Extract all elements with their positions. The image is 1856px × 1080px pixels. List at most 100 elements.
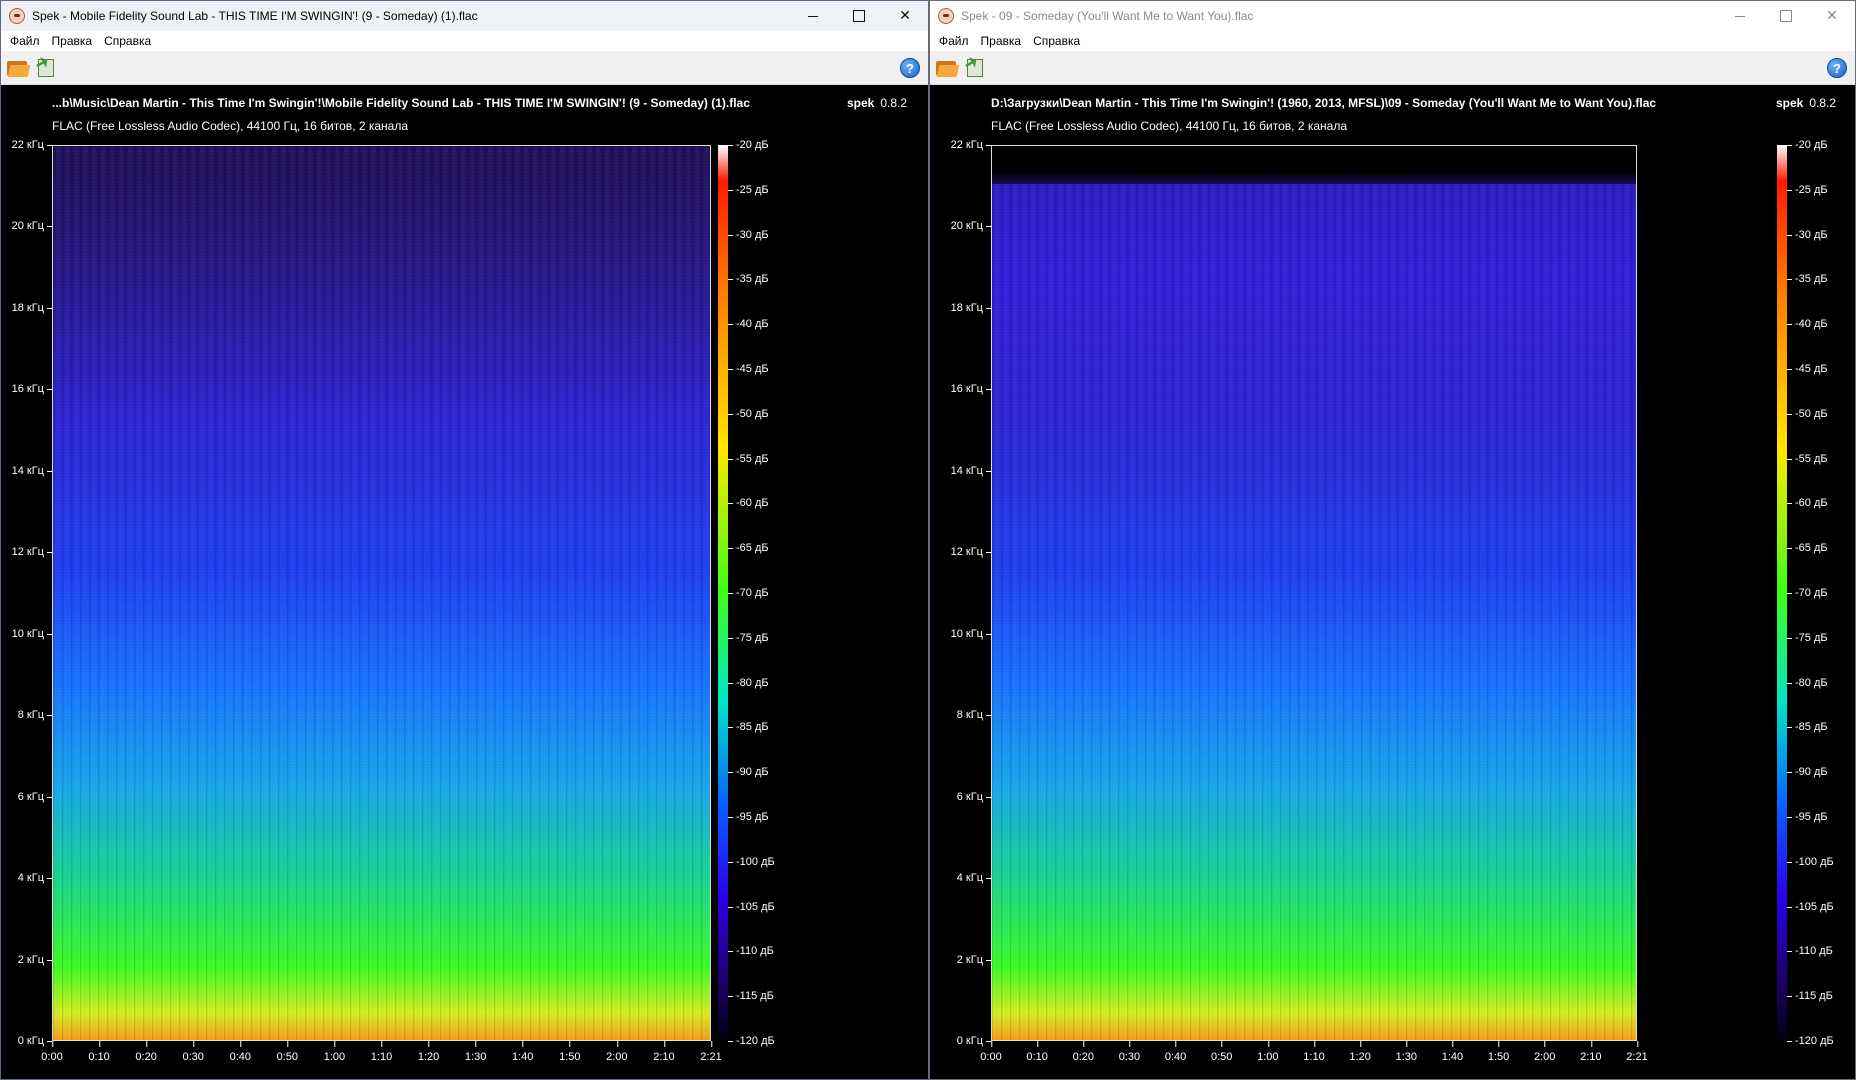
db-tick: -120 дБ <box>728 1035 775 1047</box>
frequency-tick: 18 кГц <box>951 302 992 314</box>
open-folder-icon[interactable] <box>936 59 960 77</box>
frequency-tick: 8 кГц <box>18 709 53 721</box>
db-tick: -120 дБ <box>1787 1035 1834 1047</box>
frequency-tick: 14 кГц <box>951 465 992 477</box>
time-tick: 0:40 <box>1165 1041 1186 1063</box>
frequency-tick: 14 кГц <box>12 465 53 477</box>
db-tick: -100 дБ <box>1787 856 1834 868</box>
help-icon[interactable]: ? <box>900 58 920 78</box>
codec-info: FLAC (Free Lossless Audio Codec), 44100 … <box>52 119 408 133</box>
app-version: 0.8.2 <box>880 96 908 110</box>
app-version: 0.8.2 <box>1809 96 1837 110</box>
time-tick: 1:20 <box>418 1041 439 1063</box>
maximize-icon[interactable] <box>836 1 882 31</box>
time-tick: 0:00 <box>980 1041 1002 1063</box>
db-tick: -30 дБ <box>728 229 769 241</box>
codec-info: FLAC (Free Lossless Audio Codec), 44100 … <box>991 119 1347 133</box>
frequency-tick: 12 кГц <box>12 546 53 558</box>
db-tick: -110 дБ <box>1787 945 1833 957</box>
time-tick: 0:30 <box>182 1041 204 1063</box>
time-tick: 1:40 <box>1442 1041 1463 1063</box>
open-folder-icon[interactable] <box>7 59 31 77</box>
db-tick: -40 дБ <box>1787 318 1828 330</box>
time-tick: 0:00 <box>41 1041 63 1063</box>
frequency-axis: 22 кГц 20 кГц 18 кГц 16 кГц 14 кГц 12 кГц 10 к… <box>1 139 53 1047</box>
frequency-tick: 10 кГц <box>12 628 53 640</box>
time-tick: 1:10 <box>371 1041 392 1063</box>
frequency-tick: 10 кГц <box>951 628 992 640</box>
time-tick: 1:50 <box>559 1041 580 1063</box>
time-tick: 1:00 <box>324 1041 345 1063</box>
spectrogram-view: ...b\Music\Dean Martin - This Time I'm S… <box>1 86 928 1079</box>
db-tick: -20 дБ <box>728 139 769 151</box>
db-tick: -65 дБ <box>728 542 769 554</box>
db-tick: -80 дБ <box>728 677 769 689</box>
time-tick: 0:50 <box>1211 1041 1232 1063</box>
time-tick: 2:21 <box>700 1041 722 1063</box>
db-tick: -45 дБ <box>728 363 769 375</box>
db-tick: -75 дБ <box>728 632 769 644</box>
file-path: ...b\Music\Dean Martin - This Time I'm S… <box>52 96 750 110</box>
db-tick: -50 дБ <box>728 408 769 420</box>
frequency-tick: 2 кГц <box>957 954 992 966</box>
time-tick: 2:10 <box>653 1041 675 1063</box>
db-tick: -115 дБ <box>1787 990 1833 1002</box>
time-tick: 2:10 <box>1580 1041 1602 1063</box>
db-tick: -85 дБ <box>728 721 769 733</box>
spectrogram-view: D:\Загрузки\Dean Martin - This Time I'm … <box>930 86 1855 1079</box>
db-tick: -95 дБ <box>1787 811 1828 823</box>
frequency-tick: 4 кГц <box>957 872 992 884</box>
window-title: Spek - Mobile Fidelity Sound Lab - THIS … <box>32 9 478 23</box>
menu-edit[interactable]: Правка <box>46 34 99 48</box>
frequency-axis: 22 кГц 20 кГц 18 кГц 16 кГц 14 кГц 12 кГц 10 к… <box>930 139 992 1047</box>
time-tick: 2:00 <box>1534 1041 1555 1063</box>
time-tick: 1:50 <box>1488 1041 1509 1063</box>
db-tick: -35 дБ <box>1787 273 1828 285</box>
frequency-tick: 4 кГц <box>18 872 53 884</box>
db-tick: -45 дБ <box>1787 363 1828 375</box>
time-tick: 0:40 <box>230 1041 251 1063</box>
help-icon[interactable]: ? <box>1827 58 1847 78</box>
save-image-icon[interactable] <box>35 57 57 79</box>
title-bar[interactable]: Spek - Mobile Fidelity Sound Lab - THIS … <box>1 1 928 31</box>
maximize-icon[interactable] <box>1763 1 1809 31</box>
time-tick: 1:20 <box>1349 1041 1371 1063</box>
menu-file[interactable]: Файл <box>4 34 46 48</box>
db-tick: -105 дБ <box>1787 901 1834 913</box>
db-tick: -105 дБ <box>728 901 775 913</box>
db-tick: -65 дБ <box>1787 542 1828 554</box>
brand-name: spek <box>847 96 875 110</box>
close-icon[interactable]: ✕ <box>882 1 928 31</box>
time-tick: 1:30 <box>465 1041 486 1063</box>
time-axis: 0:00 0:10 0:20 0:30 0:40 0:50 1:00 1:10 1:20 1:30… <box>41 1041 722 1071</box>
save-image-icon[interactable] <box>964 57 986 79</box>
spek-window-left: Spek - Mobile Fidelity Sound Lab - THIS … <box>0 0 929 1080</box>
db-tick: -60 дБ <box>1787 497 1828 509</box>
menu-file[interactable]: Файл <box>933 34 975 48</box>
db-tick: -35 дБ <box>728 273 769 285</box>
minimize-icon[interactable] <box>1717 1 1763 31</box>
frequency-tick: 6 кГц <box>18 791 53 803</box>
db-tick: -95 дБ <box>728 811 769 823</box>
time-tick: 0:30 <box>1119 1041 1140 1063</box>
toolbar: ? <box>930 51 1855 85</box>
app-brand: spek 0.8.2 <box>1776 96 1836 110</box>
spectrogram-image <box>992 146 1636 1040</box>
db-tick: -90 дБ <box>1787 766 1828 778</box>
time-tick: 0:20 <box>1073 1041 1094 1063</box>
menu-help[interactable]: Справка <box>98 34 157 48</box>
db-tick: -110 дБ <box>728 945 774 957</box>
close-icon[interactable]: ✕ <box>1809 1 1855 31</box>
app-brand: spek 0.8.2 <box>847 96 907 110</box>
time-tick: 1:10 <box>1303 1041 1325 1063</box>
frequency-tick: 2 кГц <box>18 954 53 966</box>
menu-edit[interactable]: Правка <box>975 34 1028 48</box>
db-tick: -30 дБ <box>1787 229 1828 241</box>
menu-help[interactable]: Справка <box>1027 34 1086 48</box>
db-tick: -70 дБ <box>728 587 769 599</box>
title-bar[interactable]: Spek - 09 - Someday (You'll Want Me to W… <box>930 1 1855 31</box>
frequency-tick: 12 кГц <box>951 546 992 558</box>
frequency-tick: 6 кГц <box>957 791 992 803</box>
window-controls: ✕ <box>1717 1 1855 31</box>
minimize-icon[interactable] <box>790 1 836 31</box>
